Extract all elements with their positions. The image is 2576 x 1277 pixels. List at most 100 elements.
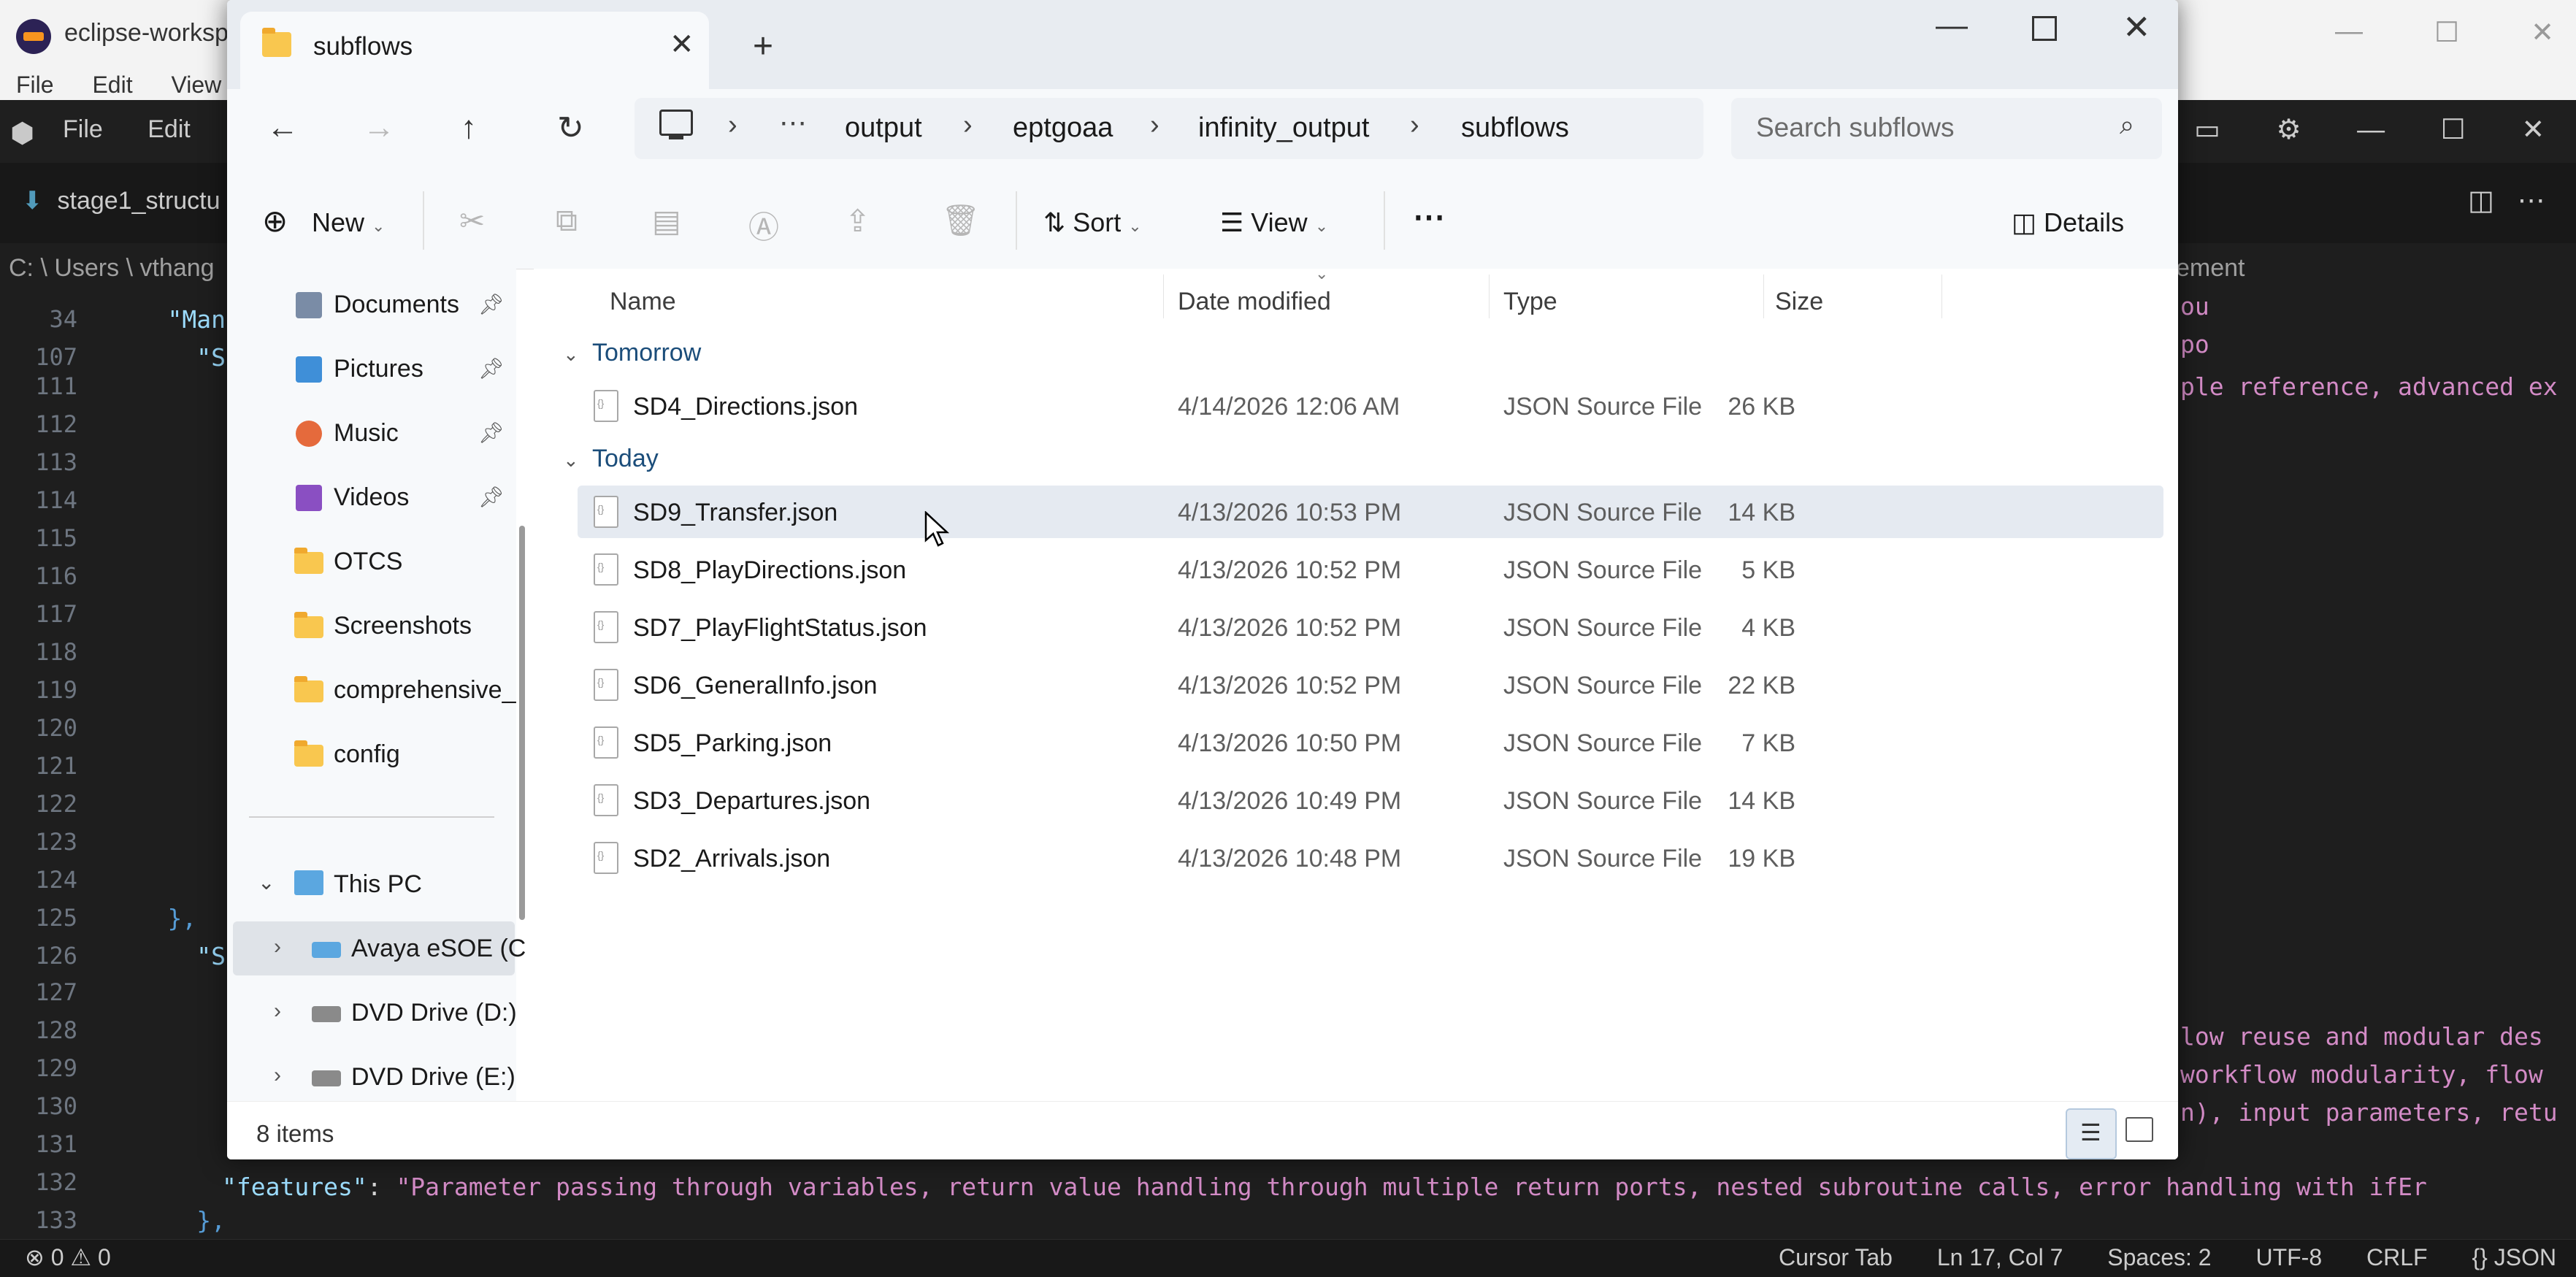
status-cursor-tab[interactable]: Cursor Tab — [1779, 1244, 1893, 1270]
more-options-icon[interactable]: ⋯ — [1413, 199, 1445, 236]
status-eol[interactable]: CRLF — [2366, 1244, 2428, 1270]
minimize-icon[interactable]: — — [1936, 7, 1968, 44]
eclipse-maximize-icon[interactable]: ☐ — [2434, 16, 2459, 57]
eclipse-close-icon[interactable]: ✕ — [2531, 16, 2554, 57]
code-line[interactable]: "S — [110, 343, 226, 372]
file-row[interactable]: SD3_Departures.json4/13/2026 10:49 PMJSO… — [578, 774, 2163, 827]
back-icon[interactable]: ← — [267, 110, 299, 146]
paste-icon[interactable]: ▤ — [652, 203, 681, 239]
vscode-close-icon[interactable]: ✕ — [2521, 115, 2545, 145]
nav-item-pictures[interactable]: Pictures — [334, 355, 423, 383]
share-icon[interactable]: ⇪ — [845, 203, 870, 239]
chevron-right-icon[interactable]: › — [274, 1063, 281, 1088]
search-icon[interactable]: ⌕ — [2120, 110, 2134, 141]
file-row[interactable]: SD2_Arrivals.json4/13/2026 10:48 PMJSON … — [578, 832, 2163, 884]
view-button[interactable]: ☰ View ⌄ — [1220, 207, 1328, 238]
nav-item-documents[interactable]: Documents — [334, 291, 459, 319]
group-header-today[interactable]: Today — [592, 445, 659, 473]
delete-icon[interactable]: 🗑︎ — [941, 203, 980, 239]
eclipse-menu-view[interactable]: View — [171, 72, 221, 98]
vscode-maximize-icon[interactable]: ☐ — [2441, 115, 2466, 145]
large-icons-view-button[interactable] — [2125, 1117, 2153, 1142]
plus-circle-icon[interactable]: ⊕ — [262, 203, 288, 239]
new-tab-icon[interactable]: + — [753, 26, 773, 66]
chevron-down-icon[interactable]: ⌄ — [563, 343, 579, 366]
pin-icon[interactable]: 📌︎ — [478, 356, 505, 380]
chevron-down-icon[interactable]: ⌄ — [258, 870, 275, 894]
file-row[interactable]: SD6_GeneralInfo.json4/13/2026 10:52 PMJS… — [578, 659, 2163, 711]
code-line-132[interactable]: "features": "Parameter passing through v… — [222, 1173, 2427, 1201]
column-divider[interactable] — [1163, 275, 1164, 318]
eclipse-minimize-icon[interactable]: — — [2335, 16, 2363, 57]
status-encoding[interactable]: UTF-8 — [2255, 1244, 2322, 1270]
nav-item-music[interactable]: Music — [334, 419, 399, 448]
more-path-icon[interactable]: ⋯ — [779, 107, 807, 139]
status-line-col[interactable]: Ln 17, Col 7 — [1937, 1244, 2063, 1270]
nav-scrollbar[interactable] — [519, 526, 525, 920]
close-icon[interactable]: ✕ — [2123, 7, 2151, 47]
new-button[interactable]: New ⌄ — [312, 207, 385, 238]
nav-item-videos[interactable]: Videos — [334, 483, 409, 512]
column-divider[interactable] — [1941, 275, 1942, 318]
sort-button[interactable]: ⇅ Sort ⌄ — [1043, 207, 1142, 238]
column-type[interactable]: Type — [1503, 288, 1557, 316]
file-row[interactable]: SD7_PlayFlightStatus.json 4/13/2026 10:52… — [578, 601, 2163, 653]
chevron-right-icon[interactable]: › — [274, 999, 281, 1024]
chevron-right-icon[interactable]: › — [274, 935, 281, 959]
editor-breadcrumb-tail[interactable]: ement — [2176, 254, 2245, 283]
up-icon[interactable]: ↑ — [461, 110, 477, 146]
code-line[interactable]: "S — [110, 942, 226, 970]
file-row[interactable]: SD4_Directions.json4/14/2026 12:06 AMJSO… — [578, 380, 2163, 432]
details-view-button[interactable]: ☰ — [2066, 1108, 2117, 1159]
problems-indicator[interactable]: ⊗ 0 ⚠ 0 — [25, 1243, 111, 1271]
gear-icon[interactable]: ⚙ — [2276, 115, 2301, 145]
file-row[interactable]: SD9_Transfer.json4/13/2026 10:53 PMJSON … — [578, 486, 2163, 538]
nav-item-otcs[interactable]: OTCS — [334, 548, 402, 576]
split-editor-icon[interactable]: ◫ — [2468, 185, 2494, 216]
code-line[interactable]: "Mani — [110, 305, 239, 334]
more-actions-icon[interactable]: ⋯ — [2518, 185, 2545, 216]
details-button[interactable]: ◫ Details — [2012, 207, 2124, 238]
nav-item-comprehensive-[interactable]: comprehensive_ — [334, 676, 515, 705]
pin-icon[interactable]: 📌︎ — [478, 421, 505, 445]
nav-drive-2[interactable]: DVD Drive (D:) — [351, 999, 517, 1027]
status-language[interactable]: {} JSON — [2472, 1244, 2556, 1270]
vscode-menu-file[interactable]: File — [63, 115, 103, 143]
vscode-menu-edit[interactable]: Edit — [147, 115, 191, 143]
breadcrumb-eptgoaa[interactable]: eptgoaa — [1013, 112, 1113, 144]
file-row[interactable]: SD8_PlayDirections.json 4/13/2026 10:52 P… — [578, 543, 2163, 596]
nav-this-pc[interactable]: This PC — [334, 870, 422, 899]
breadcrumb-infinity-output[interactable]: infinity_output — [1198, 112, 1370, 144]
chevron-down-icon[interactable]: ⌄ — [563, 449, 579, 472]
cut-icon[interactable]: ✂ — [459, 203, 485, 239]
code-line[interactable]: }, — [110, 1206, 226, 1235]
editor-tab[interactable]: ⬇ stage1_structu — [22, 186, 221, 215]
file-row[interactable]: SD5_Parking.json4/13/2026 10:50 PMJSON S… — [578, 716, 2163, 769]
copy-icon[interactable]: ⧉ — [556, 203, 578, 239]
column-name[interactable]: Name — [610, 288, 676, 316]
pin-icon[interactable]: 📌︎ — [478, 485, 505, 509]
refresh-icon[interactable]: ↻ — [557, 110, 584, 147]
eclipse-menu-file[interactable]: File — [16, 72, 54, 98]
code-line[interactable]: }, — [110, 904, 196, 932]
nav-item-config[interactable]: config — [334, 740, 400, 769]
rename-icon[interactable]: Ⓐ — [748, 203, 779, 248]
computer-icon[interactable] — [659, 110, 693, 139]
eclipse-menu-edit[interactable]: Edit — [92, 72, 132, 98]
group-header-tomorrow[interactable]: Tomorrow — [592, 339, 701, 367]
column-divider[interactable] — [1489, 275, 1490, 318]
nav-drive-3[interactable]: DVD Drive (E:) — [351, 1063, 515, 1092]
column-size[interactable]: Size — [1775, 288, 1823, 316]
column-date-modified[interactable]: Date modified — [1178, 288, 1331, 316]
nav-drive-1[interactable]: Avaya eSOE (C — [351, 935, 526, 963]
editor-breadcrumb[interactable]: C: \ Users \ vthang — [9, 254, 215, 283]
nav-item-screenshots[interactable]: Screenshots — [334, 612, 472, 640]
maximize-icon[interactable] — [2032, 16, 2057, 41]
explorer-tab[interactable] — [240, 12, 709, 89]
pin-icon[interactable]: 📌︎ — [478, 292, 505, 316]
close-tab-icon[interactable]: ✕ — [670, 28, 694, 61]
breadcrumb-output[interactable]: output — [845, 112, 922, 144]
vscode-minimize-icon[interactable]: — — [2357, 115, 2385, 145]
forward-icon[interactable]: → — [363, 110, 395, 146]
status-spaces[interactable]: Spaces: 2 — [2107, 1244, 2211, 1270]
